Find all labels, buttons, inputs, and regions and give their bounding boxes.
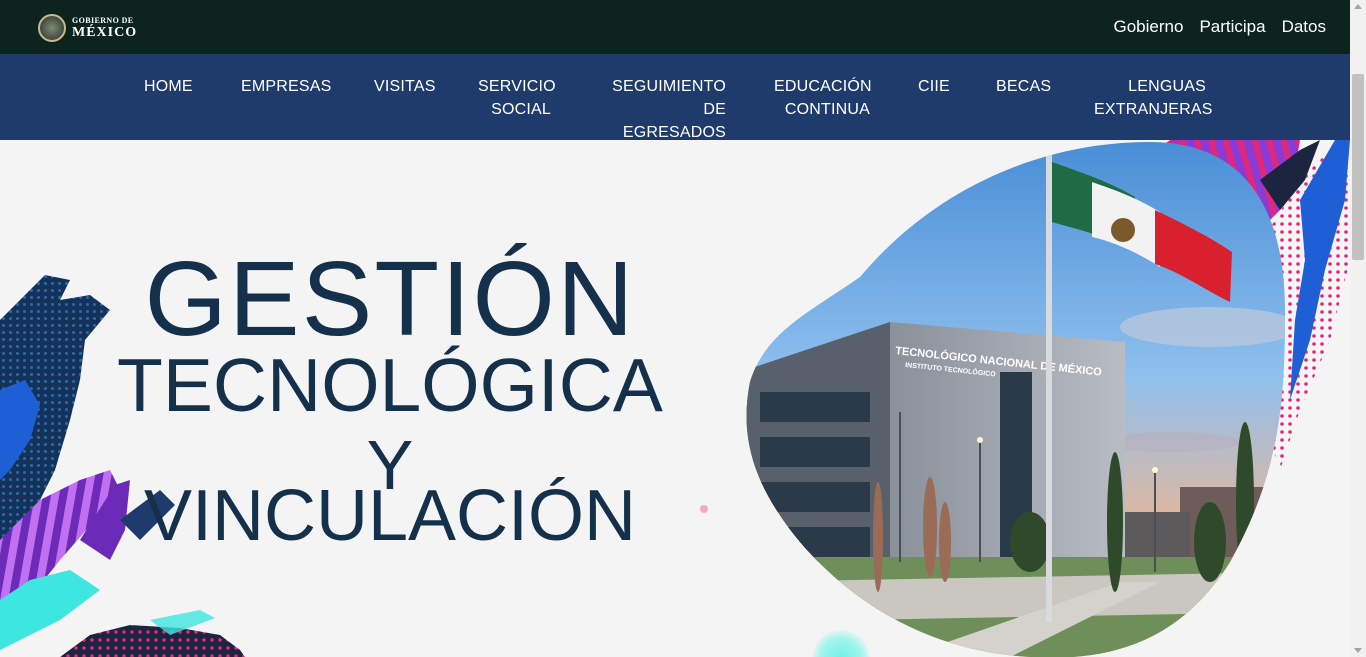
- hero-title-line-1: GESTIÓN: [144, 240, 636, 358]
- hero-title-line-2: TECNOLÓGICA: [117, 343, 663, 427]
- nav-item-educacion-continua[interactable]: EDUCACIÓN CONTINUA: [774, 75, 872, 121]
- page: GOBIERNO DE MÉXICO Gobierno Participa Da…: [0, 0, 1366, 657]
- nav-item-ciie[interactable]: CIIE: [918, 75, 950, 98]
- decorative-dot: [700, 505, 708, 513]
- nav-item-servicio-social[interactable]: SERVICIO SOCIAL: [478, 75, 556, 121]
- hero-title-line-4: VINCULACIÓN: [143, 476, 637, 556]
- nav-item-label: CIIE: [918, 78, 950, 95]
- nav-item-label: EXTRANJERAS: [1094, 101, 1213, 118]
- nav-item-label: DE EGRESADOS: [622, 101, 726, 141]
- nav-item-visitas[interactable]: VISITAS: [374, 75, 436, 98]
- scroll-up-arrow-icon[interactable]: [1354, 4, 1362, 9]
- main-nav: HOME EMPRESAS VISITAS SERVICIO SOCIAL SE…: [0, 54, 1350, 141]
- nav-item-label: VISITAS: [374, 78, 436, 95]
- mexico-seal-icon: [38, 14, 66, 42]
- scroll-down-arrow-icon[interactable]: [1354, 648, 1362, 653]
- nav-item-label: EMPRESAS: [241, 78, 332, 95]
- nav-item-label: SEGUIMIENTO: [612, 78, 726, 95]
- nav-item-seguimiento-egresados[interactable]: SEGUIMIENTO DE EGRESADOS: [602, 75, 726, 144]
- campus-photo: TECNOLÓGICO NACIONAL DE MÉXICO INSTITUTO…: [746, 142, 1285, 657]
- gov-link-datos[interactable]: Datos: [1282, 17, 1326, 37]
- nav-item-label: SOCIAL: [491, 101, 551, 118]
- gov-link-participa[interactable]: Participa: [1199, 17, 1265, 37]
- gov-logo-small-text: GOBIERNO DE: [72, 15, 134, 25]
- hero-section: GESTIÓN TECNOLÓGICA Y VINCULACIÓN TECNOL…: [0, 140, 1350, 657]
- nav-item-becas[interactable]: BECAS: [996, 75, 1051, 98]
- government-top-bar: GOBIERNO DE MÉXICO Gobierno Participa Da…: [0, 0, 1350, 54]
- gov-link-gobierno[interactable]: Gobierno: [1114, 17, 1184, 37]
- gov-links: Gobierno Participa Datos: [1114, 17, 1327, 37]
- nav-item-label: CONTINUA: [784, 101, 870, 118]
- nav-item-label: LENGUAS: [1128, 78, 1206, 95]
- gobierno-de-mexico-logo[interactable]: GOBIERNO DE MÉXICO: [38, 14, 137, 42]
- nav-item-label: BECAS: [996, 78, 1052, 95]
- page-scrollbar[interactable]: [1350, 0, 1366, 657]
- nav-item-empresas[interactable]: EMPRESAS: [241, 75, 332, 98]
- scrollbar-thumb[interactable]: [1352, 74, 1364, 260]
- nav-item-label: EDUCACIÓN: [774, 78, 872, 95]
- gov-logo-big-text: MÉXICO: [72, 24, 138, 40]
- nav-item-label: SERVICIO: [478, 78, 556, 95]
- nav-item-lenguas-extranjeras[interactable]: LENGUAS EXTRANJERAS: [1094, 75, 1213, 121]
- nav-item-label: HOME: [144, 78, 193, 95]
- nav-item-home[interactable]: HOME: [144, 75, 193, 98]
- gov-logo-wordmark: GOBIERNO DE MÉXICO: [72, 15, 138, 40]
